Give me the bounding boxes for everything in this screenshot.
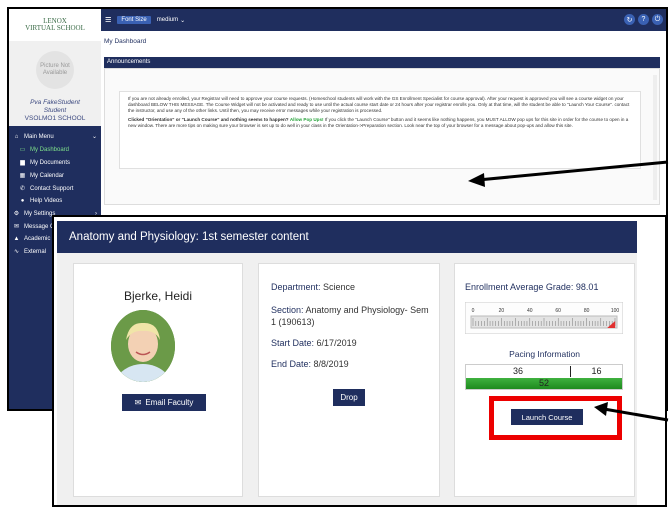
faculty-avatar — [111, 310, 175, 382]
sidebar-item-main-menu[interactable]: ⌂ Main Menu ⌄ — [9, 130, 101, 143]
course-info-card: Department: Science Section: Anatomy and… — [258, 263, 440, 497]
school-name: VSOLMO1 SCHOOL — [24, 115, 86, 122]
gauge-tick-label: 60 — [555, 308, 561, 314]
scrollbar[interactable] — [653, 75, 657, 200]
logo-line2: VIRTUAL SCHOOL — [25, 24, 85, 32]
profile-photo-placeholder: Picture Not Available — [36, 51, 74, 89]
document-icon: ▆ — [20, 160, 25, 166]
course-header: Anatomy and Physiology: 1st semester con… — [57, 221, 637, 253]
user-info: Pva FakeStudent Student VSOLMO1 SCHOOL — [9, 99, 101, 126]
help-icon: ● — [20, 198, 25, 204]
pacing-right-value: 16 — [591, 366, 602, 376]
desktop-icon: ▭ — [19, 147, 26, 153]
announcements-panel: If you are not already enrolled, your Re… — [104, 68, 660, 205]
sidebar-item-my-calendar[interactable]: ▦ My Calendar — [9, 169, 101, 182]
phone-icon: ✆ — [19, 186, 26, 192]
message-icon: ✉ — [13, 224, 20, 230]
power-icon[interactable]: ⏻ — [652, 14, 663, 25]
announcement-paragraph-1: If you are not already enrolled, your Re… — [128, 96, 630, 113]
refresh-icon[interactable]: ↻ — [624, 14, 635, 25]
sidebar-item-my-dashboard[interactable]: ▭ My Dashboard — [9, 143, 101, 156]
faculty-name: Bjerke, Heidi — [123, 289, 193, 303]
announcement-paragraph-2: Clicked "Orientation" or "Launch Course"… — [128, 117, 629, 128]
grade-label: Enrollment Average Grade: 98.01 — [465, 282, 599, 292]
settings-icon: ⚙ — [13, 211, 20, 217]
sidebar-item-contact-support[interactable]: ✆ Contact Support — [9, 182, 101, 195]
envelope-icon: ✉ — [134, 398, 142, 407]
calendar-icon: ▦ — [19, 173, 26, 179]
top-bar: ≡ Font Size medium ⌄ ↻ ? ⏻ — [101, 9, 666, 31]
faculty-card: Bjerke, Heidi ✉ Email Faculty — [73, 263, 243, 497]
font-size-label: Font Size — [117, 16, 151, 24]
end-date: End Date: 8/8/2019 — [271, 359, 349, 369]
font-size-select[interactable]: medium ⌄ — [156, 16, 186, 24]
graduation-icon: ▲ — [13, 236, 20, 242]
section: Section: Anatomy and Physiology- Sem 1 (… — [271, 305, 429, 327]
pacing-label: Pacing Information — [509, 349, 580, 359]
announcements-header: Announcements — [104, 57, 660, 68]
launch-highlight-box — [489, 396, 622, 440]
breadcrumb: My Dashboard — [104, 38, 147, 45]
gauge-tick-label: 100 — [611, 308, 620, 314]
link-icon: ∿ — [13, 249, 20, 255]
profile-photo-area: Picture Not Available — [9, 41, 101, 99]
grade-gauge: 0 20 40 60 80 100 — [464, 301, 624, 335]
announcement-card: If you are not already enrolled, your Re… — [119, 91, 641, 169]
start-date: Start Date: 6/17/2019 — [271, 338, 357, 348]
user-name: Pva FakeStudent — [30, 99, 80, 106]
gauge-tick-label: 40 — [527, 308, 533, 314]
gauge-tick-label: 20 — [499, 308, 505, 314]
email-faculty-button[interactable]: ✉ Email Faculty — [122, 394, 206, 411]
pacing-meter: 36 16 52 — [465, 364, 623, 390]
help-circle-icon[interactable]: ? — [638, 14, 649, 25]
hamburger-menu-icon[interactable]: ≡ — [105, 14, 111, 26]
pacing-bar: 52 — [466, 378, 622, 389]
gauge-tick-label: 0 — [472, 308, 475, 314]
department: Department: Science — [271, 282, 356, 292]
grade-card: Enrollment Average Grade: 98.01 0 20 40 60 8… — [454, 263, 635, 497]
sidebar-item-help-videos[interactable]: ● Help Videos — [9, 195, 101, 207]
sidebar-item-my-documents[interactable]: ▆ My Documents — [9, 156, 101, 169]
user-role: Student — [43, 107, 67, 114]
pacing-left-value: 36 — [512, 366, 523, 376]
chevron-down-icon: ⌄ — [180, 17, 186, 24]
chevron-down-icon: ⌄ — [91, 134, 97, 140]
gauge-tick-label: 80 — [584, 308, 590, 314]
logo[interactable]: LENOX VIRTUAL SCHOOL — [9, 9, 101, 41]
home-icon: ⌂ — [14, 133, 19, 140]
drop-button[interactable]: Drop — [333, 389, 365, 406]
